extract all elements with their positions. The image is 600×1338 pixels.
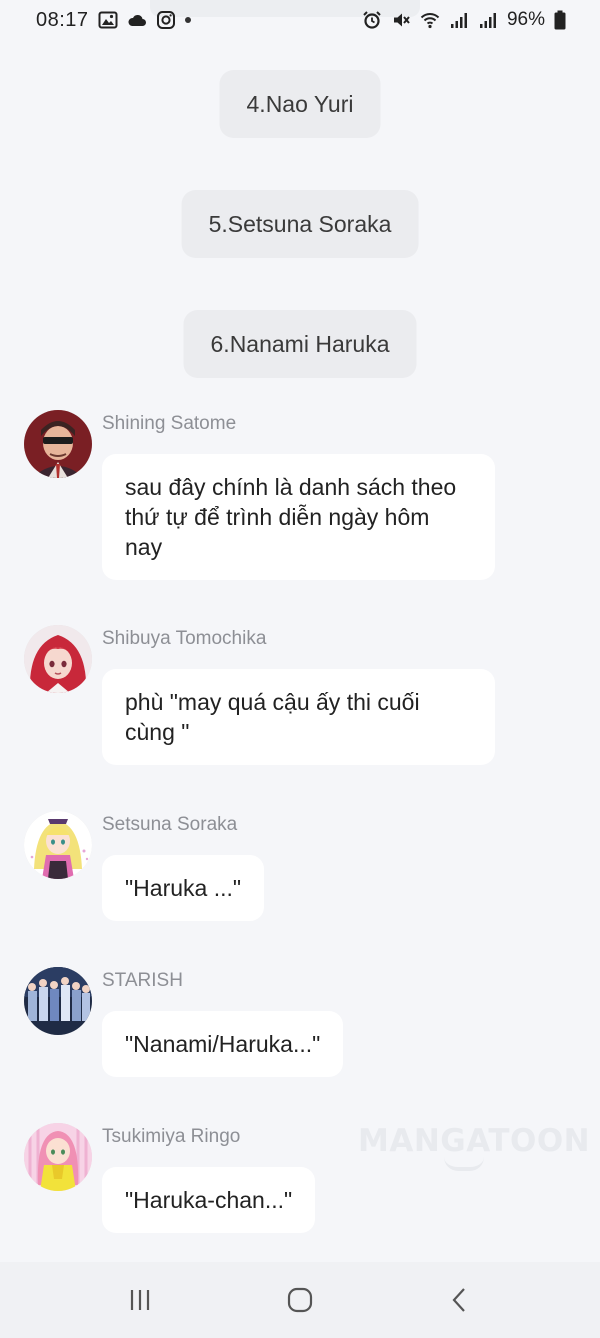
sender-name: Tsukimiya Ringo bbox=[102, 1126, 241, 1147]
home-icon[interactable] bbox=[270, 1275, 330, 1325]
watermark-text: MANGATOON bbox=[358, 1123, 591, 1159]
sender-name: Shining Satome bbox=[102, 413, 237, 434]
status-left: 08:17 bbox=[36, 9, 191, 32]
recent-apps-icon[interactable] bbox=[110, 1275, 170, 1325]
notification-dot-icon bbox=[184, 17, 191, 23]
choice-pill-5[interactable]: 5.Setsuna Soraka bbox=[181, 190, 419, 258]
avatar-starish[interactable] bbox=[24, 967, 92, 1035]
avatar-shining-satome[interactable] bbox=[24, 410, 92, 478]
message-bubble: phù "may quá cậu ấy thi cuối cùng " bbox=[102, 669, 495, 765]
battery-percent: 96% bbox=[506, 9, 545, 30]
mangatoon-watermark: MANGATOON bbox=[358, 1123, 590, 1173]
instagram-icon bbox=[156, 10, 176, 30]
avatar-shibuya-tomochika[interactable] bbox=[24, 625, 92, 693]
message-bubble: sau đây chính là danh sách theo thứ tự đ… bbox=[102, 454, 495, 580]
alarm-icon bbox=[362, 10, 382, 30]
sender-name: Setsuna Soraka bbox=[102, 814, 238, 835]
gallery-icon bbox=[98, 10, 118, 30]
choice-pill-6[interactable]: 6.Nanami Haruka bbox=[183, 310, 417, 378]
sender-name: Shibuya Tomochika bbox=[102, 628, 267, 649]
message-bubble: "Nanami/Haruka..." bbox=[102, 1011, 344, 1077]
message-bubble: "Haruka-chan..." bbox=[102, 1167, 316, 1233]
cloud-icon bbox=[127, 10, 147, 30]
signal-icon-2 bbox=[478, 10, 498, 30]
status-bar: 08:17 96% bbox=[0, 0, 600, 40]
watermark-smile-icon bbox=[444, 1157, 484, 1171]
system-nav-bar bbox=[0, 1262, 600, 1338]
sender-name: STARISH bbox=[102, 970, 183, 991]
avatar-setsuna-soraka[interactable] bbox=[24, 811, 92, 879]
status-right: 96% bbox=[362, 9, 566, 31]
mute-icon bbox=[391, 10, 411, 30]
status-time: 08:17 bbox=[36, 8, 89, 31]
wifi-icon bbox=[420, 10, 440, 30]
back-icon[interactable] bbox=[430, 1275, 490, 1325]
battery-icon bbox=[554, 10, 566, 30]
message-bubble: "Haruka ..." bbox=[102, 855, 265, 921]
choice-pill-4[interactable]: 4.Nao Yuri bbox=[219, 70, 381, 138]
signal-icon bbox=[449, 10, 469, 30]
avatar-tsukimiya-ringo[interactable] bbox=[24, 1123, 92, 1191]
